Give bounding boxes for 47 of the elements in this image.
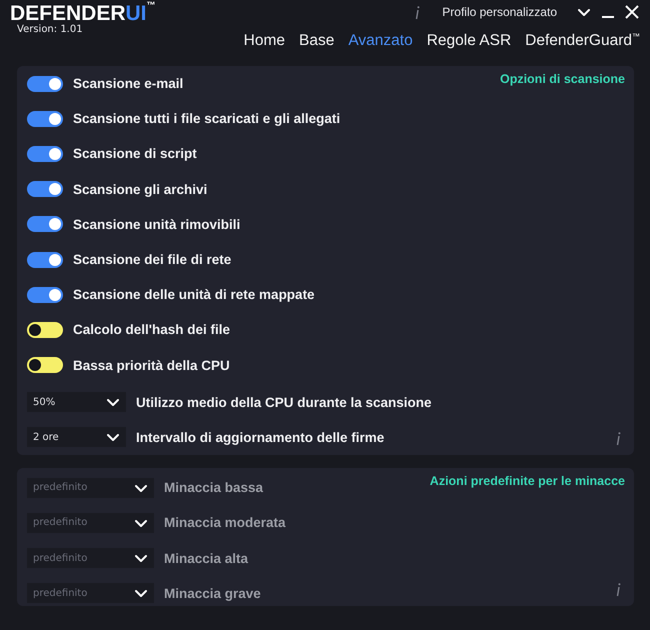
option-label: Calcolo dell'hash dei file <box>73 322 230 338</box>
nav-tab[interactable]: Regole ASR <box>426 32 512 50</box>
option-label: Scansione di script <box>73 146 197 162</box>
toggle-switch[interactable] <box>27 286 63 303</box>
chevron-down-icon <box>134 482 148 493</box>
version-label: Version: 1.01 <box>17 24 84 35</box>
nav-tab[interactable]: Base <box>299 32 334 50</box>
chevron-down-icon <box>106 432 120 442</box>
option-label: Minaccia alta <box>164 550 248 566</box>
info-icon[interactable] <box>614 431 622 446</box>
nav-tab[interactable]: Home <box>244 32 285 50</box>
option-label: Minaccia moderata <box>164 515 286 530</box>
dropdown[interactable]: 50% <box>27 392 126 412</box>
chevron-down-icon <box>134 518 148 528</box>
close-icon[interactable] <box>625 5 639 19</box>
toggle-switch[interactable] <box>27 146 63 162</box>
option-label: Scansione dei file di rete <box>73 252 232 268</box>
toggle-switch[interactable] <box>27 181 63 198</box>
option-label: Bassa priorità della CPU <box>73 358 230 373</box>
toggle-switch[interactable] <box>27 216 63 232</box>
section-title: Azioni predefinite per le minacce <box>430 474 625 488</box>
toggle-switch[interactable] <box>27 322 63 338</box>
option-label: Minaccia grave <box>164 586 261 601</box>
option-label: Intervallo di aggiornamento delle firme <box>136 430 384 445</box>
info-icon[interactable] <box>413 4 422 20</box>
option-label: Scansione tutti i file scaricati e gli allegati <box>73 111 340 126</box>
chevron-down-icon <box>134 588 148 598</box>
option-label: Scansione delle unità di rete mappate <box>73 287 315 302</box>
profile-label: Profilo personalizzato <box>442 5 557 19</box>
dropdown[interactable]: 2 ore <box>27 427 126 448</box>
option-label: Scansione e-mail <box>73 76 184 92</box>
logo: DEFENDERUI$^{™}$ <box>10 2 156 25</box>
toggle-switch[interactable] <box>27 357 63 374</box>
chevron-down-icon <box>134 553 148 564</box>
info-icon[interactable] <box>614 582 622 598</box>
toggle-switch[interactable] <box>27 252 63 268</box>
option-label: Utilizzo medio della CPU durante la scansione <box>136 394 432 410</box>
chevron-down-icon[interactable] <box>577 7 591 17</box>
toggle-switch[interactable] <box>27 110 63 127</box>
option-label: Minaccia bassa <box>164 480 264 496</box>
toggle-switch[interactable] <box>27 76 63 92</box>
option-label: Scansione unità rimovibili <box>73 216 240 232</box>
section-title: Opzioni di scansione <box>500 72 625 86</box>
nav-tab[interactable]: DefenderGuard$^{™}$ <box>525 32 640 50</box>
nav-tab[interactable]: Avanzato <box>348 32 413 50</box>
option-label: Scansione gli archivi <box>73 182 208 197</box>
chevron-down-icon <box>106 397 120 408</box>
